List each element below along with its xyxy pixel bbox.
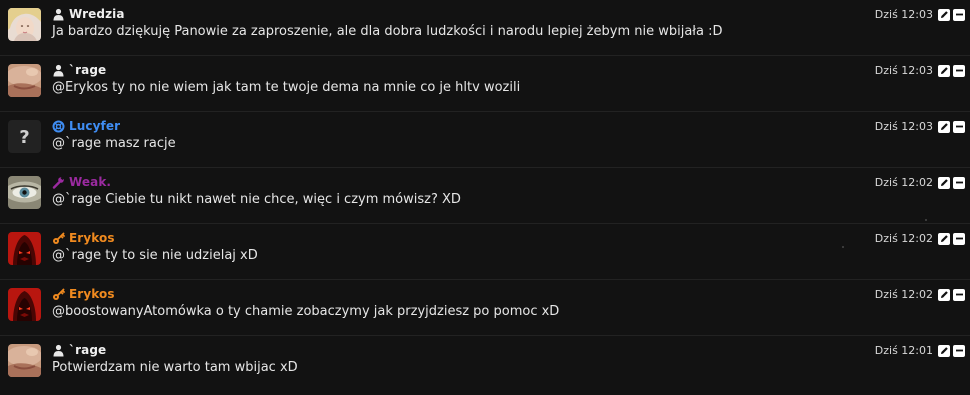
message-meta: Dziś 12:03	[875, 120, 965, 133]
minus-icon	[955, 349, 963, 352]
delete-button[interactable]	[953, 232, 965, 245]
delete-button[interactable]	[953, 288, 965, 301]
lifebuoy-icon	[52, 120, 65, 133]
chat-message: ? Lucyfer @`rage masz racje Dziś 12:03	[0, 112, 970, 168]
author-row: Erykos	[52, 230, 115, 246]
timestamp: Dziś 12:02	[874, 288, 933, 301]
avatar[interactable]	[8, 64, 41, 97]
message-text: @`rage ty to sie nie udzielaj xD	[52, 248, 258, 263]
key-icon	[52, 232, 65, 245]
message-meta: Dziś 12:03	[875, 8, 965, 21]
author-name[interactable]: Wredzia	[69, 7, 125, 21]
author-row: Erykos	[52, 286, 115, 302]
timestamp: Dziś 12:02	[874, 176, 933, 189]
edit-button[interactable]	[938, 64, 950, 77]
minus-icon	[955, 237, 963, 240]
author-name[interactable]: Erykos	[69, 287, 115, 301]
delete-button[interactable]	[953, 64, 965, 77]
minus-icon	[955, 125, 963, 128]
minus-icon	[955, 293, 963, 296]
pencil-icon	[940, 235, 948, 242]
svg-text:?: ?	[19, 127, 29, 148]
timestamp: Dziś 12:03	[874, 64, 933, 77]
timestamp: Dziś 12:01	[874, 344, 933, 357]
message-meta: Dziś 12:01	[875, 344, 965, 357]
chat-message: `rage @Erykos ty no nie wiem jak tam te …	[0, 56, 970, 112]
delete-button[interactable]	[953, 120, 965, 133]
user-icon	[52, 64, 65, 77]
pencil-icon	[940, 291, 948, 298]
author-name[interactable]: `rage	[69, 343, 106, 357]
delete-button[interactable]	[953, 176, 965, 189]
chat-message: Erykos @boostowanyAtomówka o ty chamie z…	[0, 280, 970, 336]
decorative-dot	[925, 219, 927, 221]
pencil-icon	[940, 179, 948, 186]
timestamp: Dziś 12:02	[874, 232, 933, 245]
chat-message: Weak. @`rage Ciebie tu nikt nawet nie ch…	[0, 168, 970, 224]
minus-icon	[955, 181, 963, 184]
message-meta: Dziś 12:02	[875, 176, 965, 189]
author-row: Lucyfer	[52, 118, 120, 134]
delete-button[interactable]	[953, 344, 965, 357]
message-meta: Dziś 12:03	[875, 64, 965, 77]
author-row: Wredzia	[52, 6, 125, 22]
author-row: `rage	[52, 342, 106, 358]
avatar[interactable]	[8, 8, 41, 41]
edit-button[interactable]	[938, 232, 950, 245]
edit-button[interactable]	[938, 8, 950, 21]
user-icon	[52, 344, 65, 357]
timestamp: Dziś 12:03	[874, 8, 933, 21]
shoutbox-feed: Wredzia Ja bardzo dziękuję Panowie za za…	[0, 0, 970, 395]
user-icon	[52, 8, 65, 21]
pencil-icon	[940, 347, 948, 354]
chat-message: `rage Potwierdzam nie warto tam wbijac x…	[0, 336, 970, 395]
chat-message: Wredzia Ja bardzo dziękuję Panowie za za…	[0, 0, 970, 56]
minus-icon	[955, 69, 963, 72]
message-text: Potwierdzam nie warto tam wbijac xD	[52, 360, 298, 375]
avatar[interactable]	[8, 232, 41, 265]
author-name[interactable]: `rage	[69, 63, 106, 77]
key-icon	[52, 288, 65, 301]
author-name[interactable]: Erykos	[69, 231, 115, 245]
author-row: `rage	[52, 62, 106, 78]
edit-button[interactable]	[938, 120, 950, 133]
chat-message: Erykos @`rage ty to sie nie udzielaj xD …	[0, 224, 970, 280]
avatar[interactable]	[8, 288, 41, 321]
message-meta: Dziś 12:02	[875, 288, 965, 301]
message-text: @`rage masz racje	[52, 136, 176, 151]
minus-icon	[955, 13, 963, 16]
message-text: @boostowanyAtomówka o ty chamie zobaczym…	[52, 304, 560, 319]
edit-button[interactable]	[938, 288, 950, 301]
message-text: @Erykos ty no nie wiem jak tam te twoje …	[52, 80, 521, 95]
timestamp: Dziś 12:03	[874, 120, 933, 133]
pencil-icon	[940, 11, 948, 18]
decorative-dot	[842, 246, 844, 248]
author-name[interactable]: Lucyfer	[69, 119, 120, 133]
wrench-icon	[52, 176, 65, 189]
pencil-icon	[940, 67, 948, 74]
edit-button[interactable]	[938, 344, 950, 357]
avatar[interactable]	[8, 176, 41, 209]
message-text: @`rage Ciebie tu nikt nawet nie chce, wi…	[52, 192, 461, 207]
avatar[interactable]: ?	[8, 120, 41, 153]
author-name[interactable]: Weak.	[69, 175, 111, 189]
pencil-icon	[940, 123, 948, 130]
author-row: Weak.	[52, 174, 111, 190]
edit-button[interactable]	[938, 176, 950, 189]
message-meta: Dziś 12:02	[875, 232, 965, 245]
message-text: Ja bardzo dziękuję Panowie za zaproszeni…	[52, 24, 723, 39]
delete-button[interactable]	[953, 8, 965, 21]
avatar[interactable]	[8, 344, 41, 377]
